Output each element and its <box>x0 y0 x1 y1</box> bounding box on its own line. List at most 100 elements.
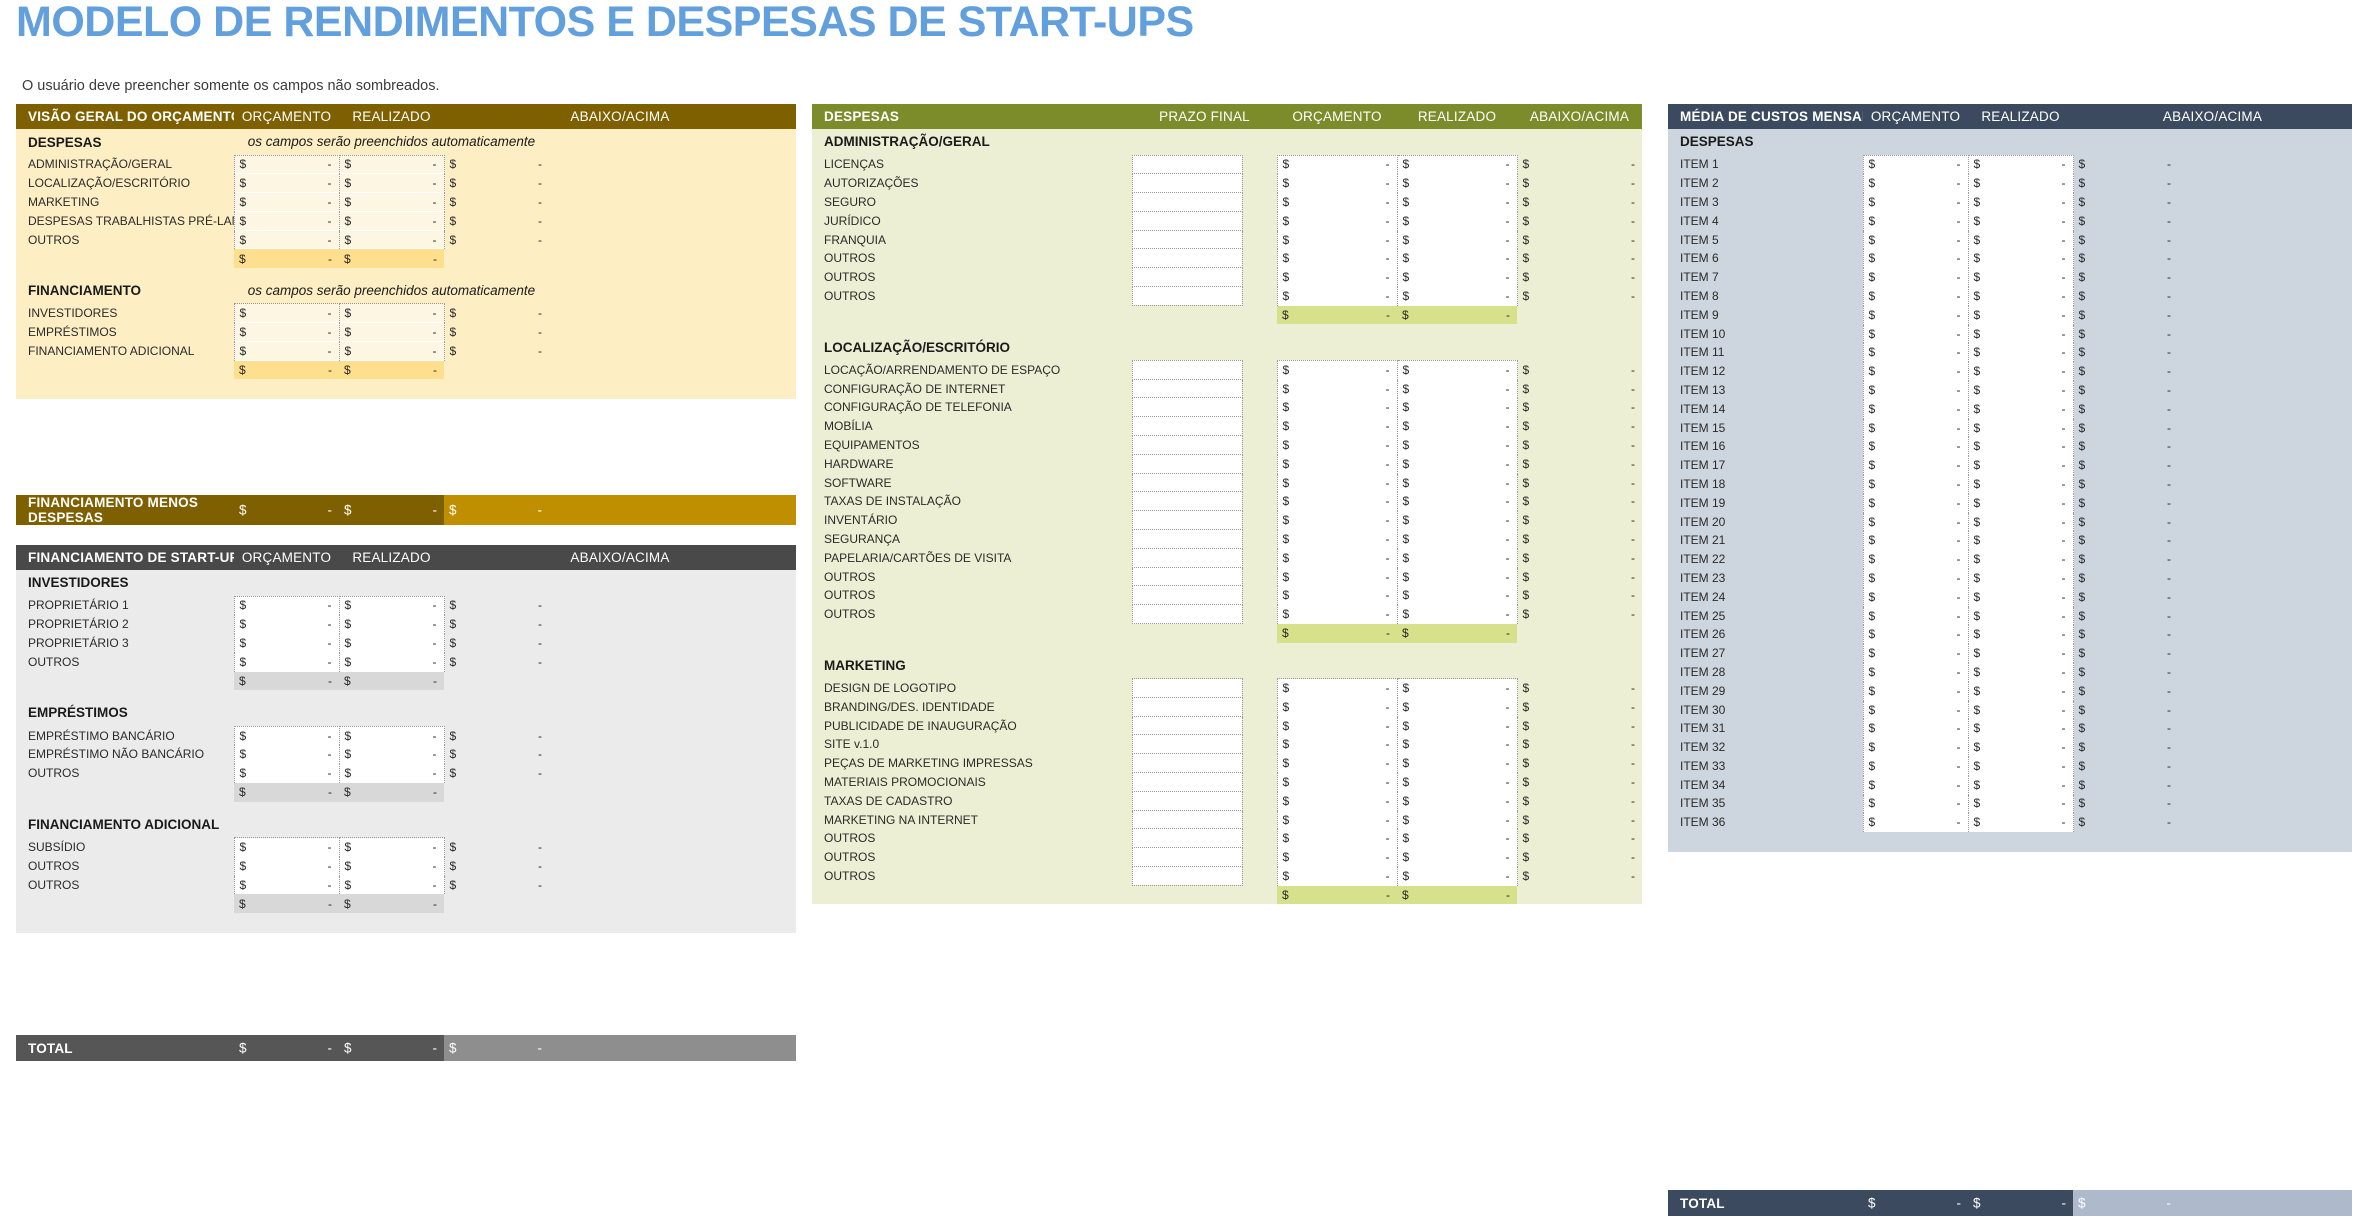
budget-cell[interactable]: $ - <box>1276 453 1398 474</box>
deadline-cell[interactable] <box>1131 397 1243 418</box>
budget-cell[interactable]: $ - <box>1276 847 1398 867</box>
deadline-cell[interactable] <box>1131 696 1243 717</box>
deadline-cell[interactable] <box>1131 472 1243 493</box>
budget-cell[interactable]: $ - <box>1276 173 1398 193</box>
budget-cell[interactable]: $ - <box>233 173 340 193</box>
actual-cell[interactable]: $ - <box>1396 566 1518 586</box>
actual-cell[interactable]: $ - <box>1967 568 2074 588</box>
budget-cell[interactable]: $ - <box>233 210 340 231</box>
actual-cell[interactable]: $ - <box>1396 491 1518 511</box>
deadline-cell[interactable] <box>1131 416 1243 437</box>
actual-cell[interactable]: $ - <box>1396 453 1518 474</box>
actual-cell[interactable]: $ - <box>1967 530 2074 550</box>
actual-cell[interactable]: $ - <box>1967 812 2074 832</box>
actual-cell[interactable]: $ - <box>1967 248 2074 268</box>
budget-cell[interactable]: $ - <box>233 322 340 342</box>
budget-cell[interactable]: $ - <box>1862 455 1969 475</box>
budget-cell[interactable]: $ - <box>1862 624 1969 644</box>
budget-cell[interactable]: $ - <box>1276 809 1398 829</box>
actual-cell[interactable]: $ - <box>1967 624 2074 644</box>
budget-cell[interactable]: $ - <box>1862 436 1969 456</box>
budget-cell[interactable]: $ - <box>1862 154 1969 174</box>
deadline-cell[interactable] <box>1131 847 1243 867</box>
budget-cell[interactable]: $ - <box>1276 286 1398 306</box>
budget-cell[interactable]: $ - <box>233 855 340 876</box>
budget-cell[interactable]: $ - <box>233 744 340 764</box>
budget-cell[interactable]: $ - <box>1862 699 1969 719</box>
budget-cell[interactable]: $ - <box>1276 435 1398 455</box>
actual-cell[interactable]: $ - <box>1967 398 2074 419</box>
budget-cell[interactable]: $ - <box>1276 547 1398 568</box>
actual-cell[interactable]: $ - <box>1967 774 2074 795</box>
actual-cell[interactable]: $ - <box>1967 361 2074 381</box>
actual-cell[interactable]: $ - <box>1967 154 2074 174</box>
budget-cell[interactable]: $ - <box>1276 566 1398 586</box>
budget-cell[interactable]: $ - <box>1862 586 1969 607</box>
deadline-cell[interactable] <box>1131 585 1243 606</box>
budget-cell[interactable]: $ - <box>1862 756 1969 776</box>
actual-cell[interactable]: $ - <box>1967 662 2074 682</box>
actual-cell[interactable]: $ - <box>338 303 445 323</box>
deadline-cell[interactable] <box>1131 809 1243 830</box>
budget-cell[interactable]: $ - <box>1276 604 1398 624</box>
budget-cell[interactable]: $ - <box>1862 192 1969 212</box>
actual-cell[interactable]: $ - <box>338 595 445 615</box>
budget-cell[interactable]: $ - <box>1276 696 1398 717</box>
actual-cell[interactable]: $ - <box>1396 734 1518 754</box>
actual-cell[interactable]: $ - <box>1396 847 1518 867</box>
actual-cell[interactable]: $ - <box>1396 585 1518 605</box>
budget-cell[interactable]: $ - <box>1862 380 1969 400</box>
actual-cell[interactable]: $ - <box>1967 756 2074 776</box>
actual-cell[interactable]: $ - <box>1967 417 2074 437</box>
deadline-cell[interactable] <box>1131 229 1243 250</box>
actual-cell[interactable]: $ - <box>1967 549 2074 569</box>
actual-cell[interactable]: $ - <box>1967 342 2074 362</box>
actual-cell[interactable]: $ - <box>1967 229 2074 249</box>
deadline-cell[interactable] <box>1131 715 1243 736</box>
actual-cell[interactable]: $ - <box>1396 696 1518 717</box>
actual-cell[interactable]: $ - <box>1396 267 1518 287</box>
deadline-cell[interactable] <box>1131 491 1243 512</box>
actual-cell[interactable]: $ - <box>1396 866 1518 886</box>
budget-cell[interactable]: $ - <box>1276 753 1398 773</box>
budget-cell[interactable]: $ - <box>1862 248 1969 268</box>
actual-cell[interactable]: $ - <box>338 763 445 783</box>
actual-cell[interactable]: $ - <box>1396 154 1518 174</box>
budget-cell[interactable]: $ - <box>233 154 340 174</box>
actual-cell[interactable]: $ - <box>1396 359 1518 380</box>
actual-cell[interactable]: $ - <box>1967 455 2074 475</box>
actual-cell[interactable]: $ - <box>1396 210 1518 231</box>
deadline-cell[interactable] <box>1131 866 1243 886</box>
deadline-cell[interactable] <box>1131 154 1243 175</box>
budget-cell[interactable]: $ - <box>1862 718 1969 738</box>
actual-cell[interactable]: $ - <box>1396 547 1518 568</box>
actual-cell[interactable]: $ - <box>1396 604 1518 624</box>
budget-cell[interactable]: $ - <box>1862 643 1969 663</box>
budget-cell[interactable]: $ - <box>233 837 340 857</box>
budget-cell[interactable]: $ - <box>233 874 340 894</box>
actual-cell[interactable]: $ - <box>1967 323 2074 343</box>
actual-cell[interactable]: $ - <box>338 725 445 745</box>
deadline-cell[interactable] <box>1131 359 1243 380</box>
actual-cell[interactable]: $ - <box>1396 416 1518 436</box>
budget-cell[interactable]: $ - <box>1276 210 1398 231</box>
actual-cell[interactable]: $ - <box>338 322 445 342</box>
actual-cell[interactable]: $ - <box>338 154 445 174</box>
budget-cell[interactable]: $ - <box>1276 192 1398 212</box>
actual-cell[interactable]: $ - <box>338 633 445 653</box>
actual-cell[interactable]: $ - <box>338 210 445 231</box>
budget-cell[interactable]: $ - <box>1862 492 1969 513</box>
budget-cell[interactable]: $ - <box>1276 510 1398 530</box>
actual-cell[interactable]: $ - <box>338 173 445 193</box>
deadline-cell[interactable] <box>1131 566 1243 587</box>
budget-cell[interactable]: $ - <box>1862 812 1969 832</box>
budget-cell[interactable]: $ - <box>1276 267 1398 287</box>
actual-cell[interactable]: $ - <box>1967 267 2074 287</box>
actual-cell[interactable]: $ - <box>1396 809 1518 829</box>
deadline-cell[interactable] <box>1131 604 1243 625</box>
actual-cell[interactable]: $ - <box>1967 492 2074 513</box>
actual-cell[interactable]: $ - <box>338 341 445 361</box>
budget-cell[interactable]: $ - <box>233 192 340 212</box>
budget-cell[interactable]: $ - <box>1862 680 1969 701</box>
actual-cell[interactable]: $ - <box>338 229 445 249</box>
